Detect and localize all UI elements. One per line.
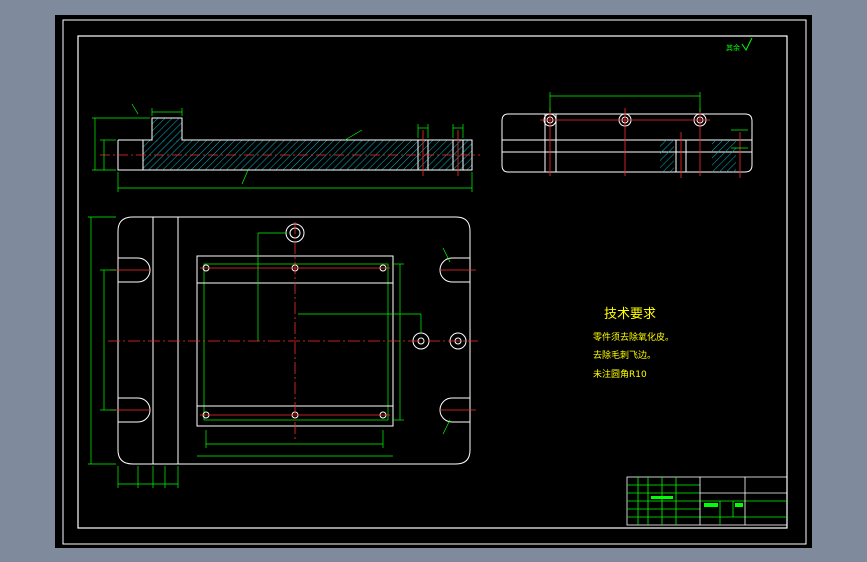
side-view — [501, 92, 753, 178]
notes-title: 技术要求 — [604, 307, 656, 322]
notes-line-3: 未注圆角R10 — [593, 368, 647, 380]
cad-drawing: 其余 技术要求 零件须去除氧化皮。 去除毛刺飞边。 未注圆角R10 — [62, 19, 807, 545]
drawing-frame — [62, 19, 807, 545]
front-section-view — [92, 103, 480, 192]
svg-text:其余: 其余 — [726, 43, 740, 52]
plan-view — [88, 216, 478, 488]
roughness-symbol: 其余 — [726, 37, 753, 52]
notes-line-1: 零件须去除氧化皮。 — [593, 331, 674, 343]
notes-line-2: 去除毛刺飞边。 — [593, 349, 656, 361]
title-block — [626, 476, 788, 526]
technical-notes: 技术要求 零件须去除氧化皮。 去除毛刺飞边。 未注圆角R10 — [593, 307, 674, 380]
